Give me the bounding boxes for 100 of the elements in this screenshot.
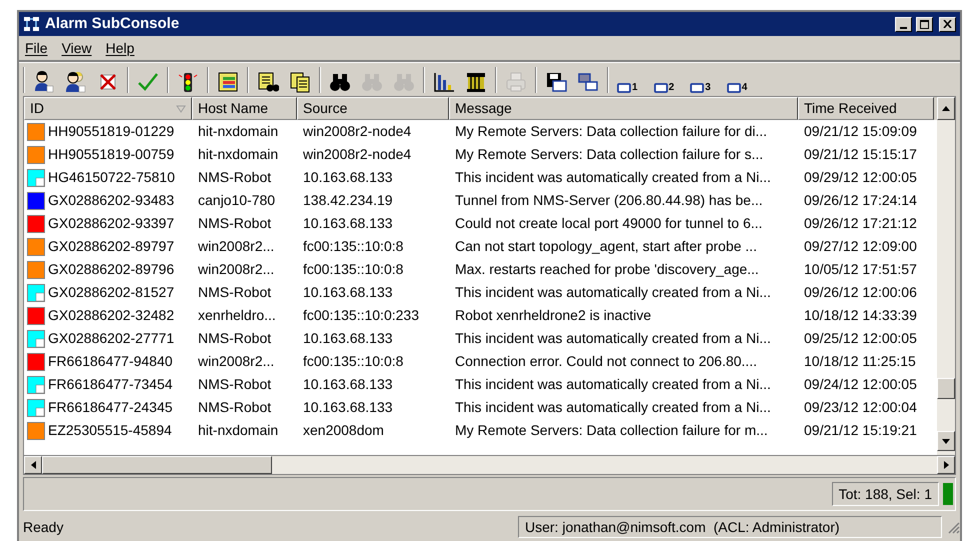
table-cell-text: NMS-Robot [198,375,272,394]
table-cell-text: xenrheldro... [198,306,276,325]
table-cell-text: Max. restarts reached for probe 'discovery_age... [455,260,759,279]
table-cell-text: NMS-Robot [198,214,272,233]
toolbar-button[interactable]: 1 [615,66,640,92]
printer-icon [505,70,527,92]
table-cell-text: 09/21/12 15:09:09 [804,122,917,141]
app-icon [23,16,41,32]
up-arrow-icon [942,106,950,111]
right-arrow-icon [944,461,948,469]
down-arrow-icon [942,438,950,444]
table-cell-text: fc00:135::10:0:233 [303,306,419,325]
windows-icon [577,70,599,92]
scroll-right-button[interactable] [937,456,955,474]
table-cell-text: This incident was automatically created from a Ni... [455,375,771,394]
table-cell-text: 10.163.68.133 [303,375,393,394]
table-cell-text: GX02886202-89796 [48,260,174,279]
table-cell-text: 09/25/12 12:00:05 [804,329,917,348]
table-cell-text: 10.163.68.133 [303,329,393,348]
table-cell-text: EZ25305515-45894 [48,421,172,440]
scroll-down-button[interactable] [937,431,955,451]
toolbar-button[interactable]: 3 [688,66,713,92]
table-cell-text: win2008r2... [198,237,274,256]
column-header[interactable]: Host Name [192,97,297,120]
table-cell-text: NMS-Robot [198,398,272,417]
table-cell-text: Robot xenrheldrone2 is inactive [455,306,652,325]
documents-icon [289,70,311,92]
column-header[interactable]: Time Received [798,97,934,120]
table-cell-text: FR66186477-24345 [48,398,173,417]
table-cell-text: hit-nxdomain [198,421,278,440]
scroll-thumb[interactable] [42,456,272,474]
table-cell-text: 09/27/12 12:09:00 [804,237,917,256]
table-cell-text: NMS-Robot [198,168,272,187]
table-cell-text: FR66186477-73454 [48,375,173,394]
table-cell-text: win2008r2... [198,352,274,371]
table-cell-text: Can not start topology_agent, start after probe ... [455,237,757,256]
table-cell-text: My Remote Servers: Data collection failure for di... [455,122,768,141]
window-icon [690,82,704,92]
table-cell-text: GX02886202-32482 [48,306,174,325]
menu-item[interactable]: View [62,38,92,58]
maximize-button[interactable] [916,16,933,32]
table-cell-text: GX02886202-81527 [48,283,174,302]
minimize-icon [900,26,907,28]
close-button[interactable] [939,16,956,32]
column-header[interactable]: Source [297,97,449,120]
document-binoculars-icon [257,70,279,92]
table-cell-text: Tunnel from NMS-Server (206.80.44.98) has be... [455,191,763,210]
table-cell-text: 09/21/12 15:15:17 [804,145,917,164]
table-cell-text: This incident was automatically created from a Ni... [455,283,771,302]
table-cell-text: win2008r2-node4 [303,145,412,164]
table-cell-text: My Remote Servers: Data collection failure for s... [455,145,764,164]
column-header[interactable]: Message [449,97,798,120]
table-cell-text: xen2008dom [303,421,384,440]
table-cell-text: hit-nxdomain [198,122,278,141]
table-cell-text: 10.163.68.133 [303,398,393,417]
indicator-icon [943,483,953,505]
table-cell-text: GX02886202-93483 [48,191,174,210]
table-cell-text: canjo10-780 [198,191,276,210]
table-cell-text: Could not create local port 49000 for tunnel to 6... [455,214,762,233]
table-cell-text: HH90551819-01229 [48,122,174,141]
scroll-thumb[interactable] [937,378,955,399]
vertical-scrollbar[interactable] [937,97,955,455]
horizontal-scrollbar[interactable] [23,456,956,475]
scroll-up-button[interactable] [937,97,955,120]
toolbar-button[interactable]: 2 [652,66,676,92]
window-icon [654,82,668,92]
table-cell-text: GX02886202-93397 [48,214,174,233]
table-cell-text: 09/24/12 12:00:05 [804,375,917,394]
maximize-icon [920,20,929,28]
table-cell-text: GX02886202-89797 [48,237,174,256]
table-cell-text: 09/29/12 12:00:05 [804,168,917,187]
table-cell-text: NMS-Robot [198,283,272,302]
table-cell-text: GX02886202-27771 [48,329,174,348]
table-cell-text: 10.163.68.133 [303,168,393,187]
table-cell-text: fc00:135::10:0:8 [303,352,404,371]
table-cell-text: My Remote Servers: Data collection failure for m... [455,421,768,440]
menu-item[interactable]: Help [106,38,134,58]
table-cell-text: 09/26/12 17:24:14 [804,191,917,210]
table-cell-text: HG46150722-75810 [48,168,175,187]
close-icon [943,20,952,28]
table-cell-text: 138.42.234.19 [303,191,393,210]
scroll-left-button[interactable] [24,456,42,474]
table-cell-text: 10.163.68.133 [303,283,393,302]
table-cell-text: NMS-Robot [198,329,272,348]
menu-item[interactable]: File [25,38,48,58]
table-cell-text: win2008r2-node4 [303,122,412,141]
minimize-button[interactable] [895,16,912,32]
window-icon [617,82,631,92]
table-cell-text: HH90551819-00759 [48,145,174,164]
window-title: Alarm SubConsole [45,14,180,34]
table-cell-text: This incident was automatically created from a Ni... [455,398,771,417]
totals-text: Tot: 188, Sel: 1 [832,482,939,506]
toolbar-button[interactable]: 4 [724,66,750,92]
user-text: User: jonathan@nimsoft.com (ACL: Administrator) [518,516,942,538]
traffic-light-icon [177,70,199,92]
table-cell-text: 09/21/12 15:19:21 [804,421,917,440]
left-arrow-icon [30,461,36,469]
column-header[interactable]: ID [24,97,192,120]
table-cell-text: This incident was automatically created from a Ni... [455,329,771,348]
table-cell-text: win2008r2... [198,260,274,279]
